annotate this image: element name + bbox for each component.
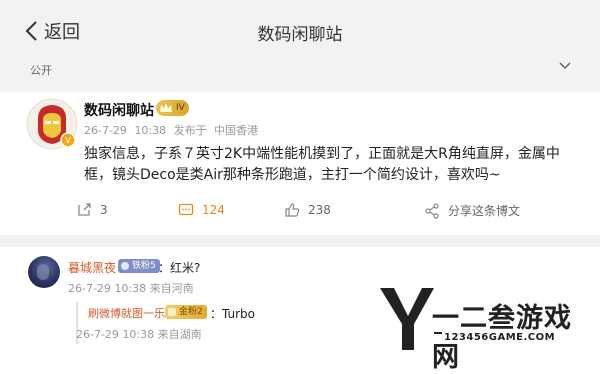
avatar[interactable]: V — [26, 98, 78, 150]
divider — [434, 332, 442, 334]
like-count: 238 — [308, 203, 331, 217]
commenter-avatar[interactable] — [28, 256, 60, 288]
comment-meta: 26-7-29 10:38 来自河南 — [68, 280, 194, 296]
comment-count: 124 — [202, 203, 225, 217]
repost-button[interactable]: 3 — [76, 202, 108, 218]
visibility-label: 公开 — [30, 64, 52, 77]
comment-username[interactable]: 暮城黑夜 — [68, 259, 116, 276]
crown-icon — [160, 103, 172, 112]
divider — [0, 78, 600, 92]
watermark-url: 123456GAME.COM — [444, 332, 556, 343]
watermark: 一二叁游戏网 123456GAME.COM — [376, 286, 598, 373]
divider — [0, 235, 600, 247]
comment-date: 26-7-29 — [68, 282, 111, 295]
comment-icon — [178, 203, 194, 216]
share-label: 分享这条博文 — [448, 204, 521, 218]
post-date: 26-7-29 — [84, 124, 127, 137]
comment-button[interactable]: 124 — [178, 202, 225, 218]
reply-fan-badge: 金粉2 — [165, 305, 207, 319]
repost-icon — [78, 203, 91, 216]
reply-location: 来自湖南 — [157, 328, 202, 341]
post-actions: 3 124 238 分享这条博文 — [0, 202, 600, 226]
thumbs-up-icon — [285, 203, 300, 217]
reply-time: 10:38 — [122, 328, 155, 341]
post-location: 中国香港 — [214, 124, 259, 137]
svg-text:V: V — [65, 136, 71, 145]
page-title: 数码闲聊站 — [257, 25, 343, 45]
visibility-row — [0, 62, 600, 78]
watermark-logo — [380, 288, 434, 350]
vip-level: IV — [176, 103, 185, 113]
chevron-down-icon[interactable] — [558, 60, 572, 72]
reply-date: 26-7-29 — [76, 328, 119, 341]
post-content: 独家信息，子系７英寸2K中端性能机摸到了，正面就是大R角纯直屏，金属中框，镜头D… — [84, 146, 560, 183]
comment-text: ：红米? — [158, 261, 201, 275]
reply-meta: 26-7-29 10:38 来自湖南 — [76, 326, 202, 342]
post-source: 发布于 — [173, 124, 207, 137]
comment-location: 来自河南 — [149, 282, 194, 295]
post-meta: 26-7-29 10:38 发布于 中国香港 — [84, 122, 262, 138]
share-button[interactable]: 分享这条博文 — [424, 202, 520, 219]
reply-username[interactable]: 刷微博就图一乐 — [88, 305, 165, 321]
share-icon — [425, 202, 439, 219]
vip-badge: IV — [156, 100, 189, 116]
comment-time: 10:38 — [114, 282, 147, 295]
reply-text: ：Turbo — [210, 307, 256, 321]
repost-count: 3 — [100, 203, 108, 217]
like-button[interactable]: 238 — [284, 202, 331, 218]
post-time: 10:38 — [134, 124, 167, 137]
post-username[interactable]: 数码闲聊站 — [84, 100, 154, 120]
fan-badge: 铁粉5 — [118, 259, 160, 273]
